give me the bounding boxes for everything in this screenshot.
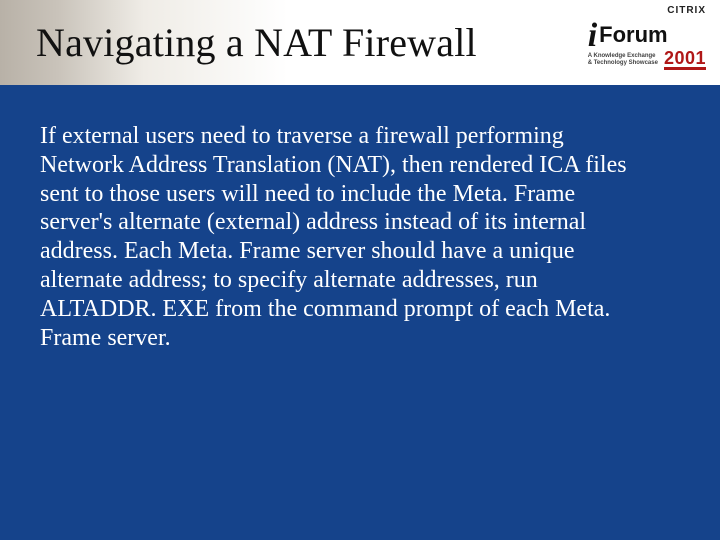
slide: Navigating a NAT Firewall CITRIX i Forum… xyxy=(0,0,720,540)
logo-brand-small: CITRIX xyxy=(588,6,706,16)
logo-sub-row: A Knowledge Exchange & Technology Showca… xyxy=(588,49,706,70)
logo-forum-text: Forum xyxy=(599,24,667,46)
logo-year: 2001 xyxy=(664,49,706,70)
slide-header: Navigating a NAT Firewall CITRIX i Forum… xyxy=(0,0,720,85)
logo-main-row: i Forum xyxy=(588,18,706,46)
logo-tagline-line1: A Knowledge Exchange xyxy=(588,53,658,60)
logo-i-glyph: i xyxy=(588,22,597,49)
slide-title: Navigating a NAT Firewall xyxy=(0,19,477,66)
event-logo: CITRIX i Forum A Knowledge Exchange & Te… xyxy=(588,6,706,70)
logo-tagline-line2: & Technology Showcase xyxy=(588,60,658,67)
logo-tagline: A Knowledge Exchange & Technology Showca… xyxy=(588,53,658,66)
slide-body-text: If external users need to traverse a fir… xyxy=(40,122,650,352)
